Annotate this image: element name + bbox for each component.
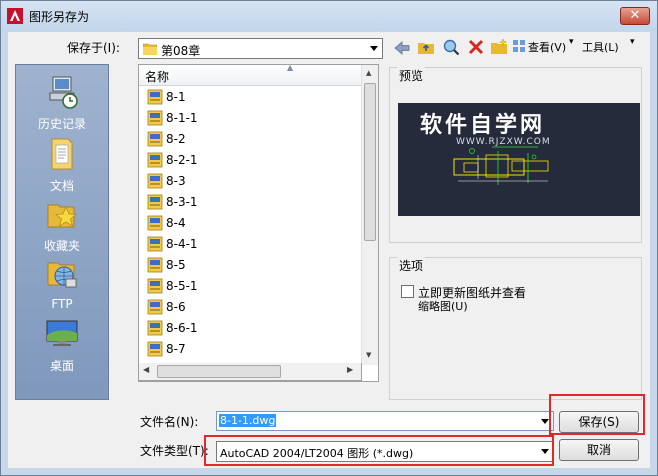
cancel-button[interactable]: 取消 [559,439,639,461]
dwg-file-icon [147,257,163,273]
new-folder-icon[interactable] [490,38,508,56]
view-menu[interactable]: 查看(V) [528,39,566,55]
place-history[interactable]: 历史记录 [16,73,108,132]
scroll-left-icon[interactable]: ◀ [143,365,149,374]
window-title: 图形另存为 [29,10,90,24]
tools-dropdown-icon[interactable]: ▾ [630,37,635,47]
dwg-file-icon [147,320,163,336]
drawing-thumbnail [453,146,549,185]
save-as-dialog: 图形另存为 ✕ 保存于(I): 第08章 查看(V) ▾ 工具(L) ▾ 历史记… [0,0,658,476]
dwg-file-icon [147,110,163,126]
horizontal-scrollbar[interactable]: ◀ ▶ [138,363,362,381]
sort-ascending-icon: ▲ [287,64,294,72]
view-dropdown-icon[interactable]: ▾ [569,37,574,47]
documents-icon [51,138,73,170]
list-item-label: 8-3 [166,174,186,188]
save-highlight-box [549,394,645,435]
dwg-file-icon [147,278,163,294]
filetype-highlight-box [204,435,554,466]
tools-menu[interactable]: 工具(L) [582,39,619,55]
dwg-file-icon [147,173,163,189]
list-item-label: 8-4-1 [166,237,198,251]
dwg-file-icon [147,341,163,357]
dwg-file-icon [147,299,163,315]
folder-icon [143,43,157,55]
list-item-label: 8-1 [166,90,186,104]
update-thumbnail-checkbox[interactable] [401,285,414,298]
column-header-name[interactable]: 名称 ▲ [139,65,361,86]
place-ftp-label: FTP [51,297,73,311]
vertical-scrollbar[interactable]: ▲ ▼ [361,65,378,365]
preview-image: 软件自学网 WWW.RJZXW.COM [398,103,640,216]
close-button[interactable]: ✕ [620,7,650,25]
dwg-file-icon [147,131,163,147]
horizontal-scroll-thumb[interactable] [157,365,281,378]
filename-value: 8-1-1.dwg [219,414,277,427]
list-item-label: 8-1-1 [166,111,198,125]
update-thumbnail-label-line2: 缩略图(U) [418,300,468,313]
scroll-down-icon[interactable]: ▼ [366,351,371,359]
options-label: 选项 [397,257,426,274]
autocad-logo-icon [7,8,23,24]
filename-label: 文件名(N): [140,415,199,429]
place-documents-label: 文档 [49,179,74,193]
up-folder-icon[interactable] [417,38,435,56]
preview-label: 预览 [397,67,426,84]
scroll-up-icon[interactable]: ▲ [366,69,371,77]
list-item-label: 8-7 [166,342,186,356]
scroll-right-icon[interactable]: ▶ [347,365,353,374]
filename-dropdown-icon[interactable] [541,419,549,424]
history-icon [49,76,78,109]
dwg-file-icon [147,236,163,252]
place-ftp[interactable]: FTP [16,255,108,311]
filetype-label: 文件类型(T): [140,444,209,458]
dwg-file-icon [147,89,163,105]
ftp-icon [47,262,77,288]
chevron-down-icon [370,46,378,51]
options-group: 选项 立即更新图纸并查看 缩略图(U) [389,257,642,400]
list-item-label: 8-3-1 [166,195,198,209]
list-item-label: 8-6-1 [166,321,198,335]
place-favorites[interactable]: 收藏夹 [16,195,108,254]
file-list[interactable]: 名称 ▲ 8-1 8-1-1 8-2 8-2-1 8-3 8-3-1 8-4 8-4-1 8-5… [138,64,379,382]
column-header-label: 名称 [145,70,170,84]
dwg-file-icon [147,194,163,210]
place-favorites-label: 收藏夹 [43,239,80,253]
views-icon[interactable] [512,38,526,54]
list-item-label: 8-5 [166,258,186,272]
current-folder-value: 第08章 [161,44,201,58]
dwg-file-icon [147,152,163,168]
place-desktop[interactable]: 桌面 [16,315,108,374]
list-item-label: 8-5-1 [166,279,198,293]
save-in-dropdown[interactable]: 第08章 [138,38,383,59]
list-item-label: 8-2 [166,132,186,146]
delete-icon[interactable] [467,38,485,56]
favorites-icon [47,204,78,228]
vertical-scroll-thumb[interactable] [364,83,376,241]
desktop-icon [46,320,78,346]
place-history-label: 历史记录 [37,117,86,131]
preview-group: 预览 软件自学网 WWW.RJZXW.COM [389,67,642,243]
place-documents[interactable]: 文档 [16,135,108,194]
dwg-file-icon [147,215,163,231]
place-desktop-label: 桌面 [49,359,74,373]
back-arrow-icon[interactable] [393,39,411,57]
watermark-title: 软件自学网 [420,113,546,138]
title-bar[interactable]: 图形另存为 ✕ [1,1,657,31]
places-bar: 历史记录 文档 收藏夹 FTP 桌面 [15,64,109,400]
save-in-label: 保存于(I): [67,41,120,55]
list-item-label: 8-2-1 [166,153,198,167]
filename-input[interactable]: 8-1-1.dwg [216,411,554,431]
dialog-body: 保存于(I): 第08章 查看(V) ▾ 工具(L) ▾ 历史记录 文档 收藏夹… [8,32,650,468]
list-item-label: 8-6 [166,300,186,314]
list-item-label: 8-4 [166,216,186,230]
search-web-icon[interactable] [442,38,460,56]
